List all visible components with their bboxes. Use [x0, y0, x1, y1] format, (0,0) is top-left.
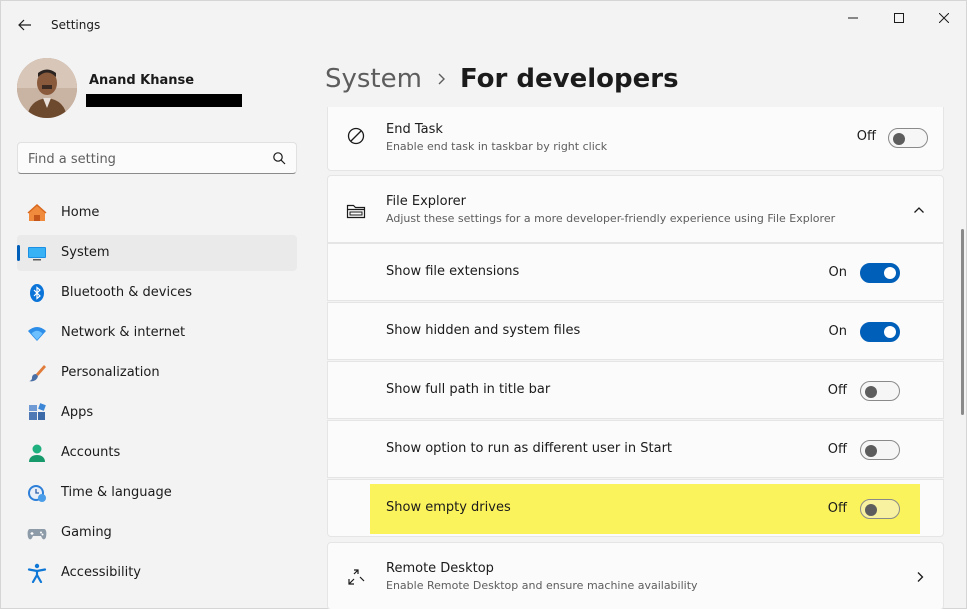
- show-full-path-row: Show full path in title bar Off: [327, 361, 944, 419]
- sidebar-item-system[interactable]: System: [17, 235, 297, 271]
- run-as-different-user-state: Off: [827, 442, 847, 457]
- home-icon: [27, 203, 47, 221]
- search-input[interactable]: [28, 150, 258, 168]
- run-as-different-user-label: Show option to run as different user in …: [386, 441, 673, 456]
- show-hidden-system-files-label: Show hidden and system files: [386, 323, 581, 338]
- gamepad-icon: [27, 529, 47, 540]
- sidebar-item-accounts[interactable]: Accounts: [17, 435, 297, 471]
- file-explorer-title: File Explorer: [386, 194, 467, 209]
- show-empty-drives-row: Show empty drives Off: [327, 479, 944, 537]
- apps-icon: [29, 403, 46, 420]
- maximize-icon: [894, 13, 904, 23]
- monitor-icon: [28, 247, 46, 261]
- accessibility-icon: [27, 563, 47, 583]
- globe-clock-icon: [28, 485, 46, 502]
- back-arrow-icon: [18, 19, 31, 31]
- show-full-path-state: Off: [827, 383, 847, 398]
- avatar[interactable]: [17, 58, 77, 118]
- bluetooth-icon: [30, 284, 44, 302]
- show-file-extensions-state: On: [828, 265, 847, 280]
- close-icon: [939, 13, 949, 23]
- show-empty-drives-toggle[interactable]: [860, 499, 900, 519]
- remote-desktop-icon: [348, 569, 365, 585]
- sidebar-item-home[interactable]: Home: [17, 195, 297, 231]
- settings-content: End Task Enable end task in taskbar by r…: [327, 107, 944, 609]
- folder-icon: [346, 204, 366, 219]
- page-title: For developers: [459, 64, 679, 94]
- chevron-right-icon[interactable]: [914, 571, 926, 583]
- sidebar-item-accessibility[interactable]: Accessibility: [17, 555, 297, 591]
- end-task-title: End Task: [386, 122, 443, 137]
- redacted-email: [86, 94, 242, 107]
- search-icon[interactable]: [272, 151, 286, 165]
- chevron-up-icon[interactable]: [913, 204, 925, 216]
- block-icon: [347, 127, 365, 145]
- sidebar-item-network-internet[interactable]: Network & internet: [17, 315, 297, 351]
- show-hidden-system-files-state: On: [828, 324, 847, 339]
- sidebar-item-personalization[interactable]: Personalization: [17, 355, 297, 391]
- close-button[interactable]: [921, 5, 967, 31]
- show-empty-drives-state: Off: [827, 501, 847, 516]
- minimize-icon: [848, 17, 858, 19]
- user-name: Anand Khanse: [89, 73, 195, 88]
- maximize-button[interactable]: [876, 5, 922, 31]
- user-photo-icon: [17, 58, 77, 118]
- app-title: Settings: [51, 18, 101, 32]
- sidebar-item-bluetooth-devices[interactable]: Bluetooth & devices: [17, 275, 297, 311]
- breadcrumb-parent[interactable]: System: [325, 64, 422, 94]
- person-icon: [29, 444, 45, 462]
- brush-icon: [29, 365, 46, 382]
- scrollbar[interactable]: [961, 229, 964, 415]
- show-empty-drives-label: Show empty drives: [386, 500, 511, 515]
- show-full-path-toggle[interactable]: [860, 381, 900, 401]
- end-task-card: End Task Enable end task in taskbar by r…: [327, 107, 944, 171]
- end-task-toggle[interactable]: [888, 128, 928, 148]
- breadcrumb: System For developers: [325, 59, 679, 99]
- show-file-extensions-toggle[interactable]: [860, 263, 900, 283]
- sidebar-item-time-language[interactable]: Time & language: [17, 475, 297, 511]
- show-file-extensions-label: Show file extensions: [386, 264, 520, 279]
- end-task-description: Enable end task in taskbar by right clic…: [386, 140, 608, 153]
- run-as-different-user-toggle[interactable]: [860, 440, 900, 460]
- remote-desktop-title: Remote Desktop: [386, 561, 494, 576]
- title-bar: Settings: [1, 1, 966, 49]
- show-hidden-system-files-row: Show hidden and system files On: [327, 302, 944, 360]
- minimize-button[interactable]: [830, 5, 876, 31]
- sidebar-item-gaming[interactable]: Gaming: [17, 515, 297, 551]
- run-as-different-user-row: Show option to run as different user in …: [327, 420, 944, 478]
- show-full-path-label: Show full path in title bar: [386, 382, 551, 397]
- sidebar-item-apps[interactable]: Apps: [17, 395, 297, 431]
- file-explorer-card[interactable]: File Explorer Adjust these settings for …: [327, 175, 944, 243]
- remote-desktop-description: Enable Remote Desktop and ensure machine…: [386, 579, 698, 592]
- remote-desktop-card[interactable]: Remote Desktop Enable Remote Desktop and…: [327, 542, 944, 609]
- back-button[interactable]: [13, 13, 37, 37]
- sidebar-nav: Home System Bluetooth & devices Network …: [17, 195, 297, 595]
- search-box[interactable]: [17, 142, 297, 174]
- show-file-extensions-row: Show file extensions On: [327, 243, 944, 301]
- end-task-state: Off: [856, 129, 876, 144]
- wifi-icon: [28, 327, 46, 341]
- file-explorer-description: Adjust these settings for a more develop…: [386, 212, 836, 225]
- chevron-right-icon: [438, 73, 445, 85]
- settings-window: Settings Anand Khanse Home: [0, 0, 967, 609]
- show-hidden-system-files-toggle[interactable]: [860, 322, 900, 342]
